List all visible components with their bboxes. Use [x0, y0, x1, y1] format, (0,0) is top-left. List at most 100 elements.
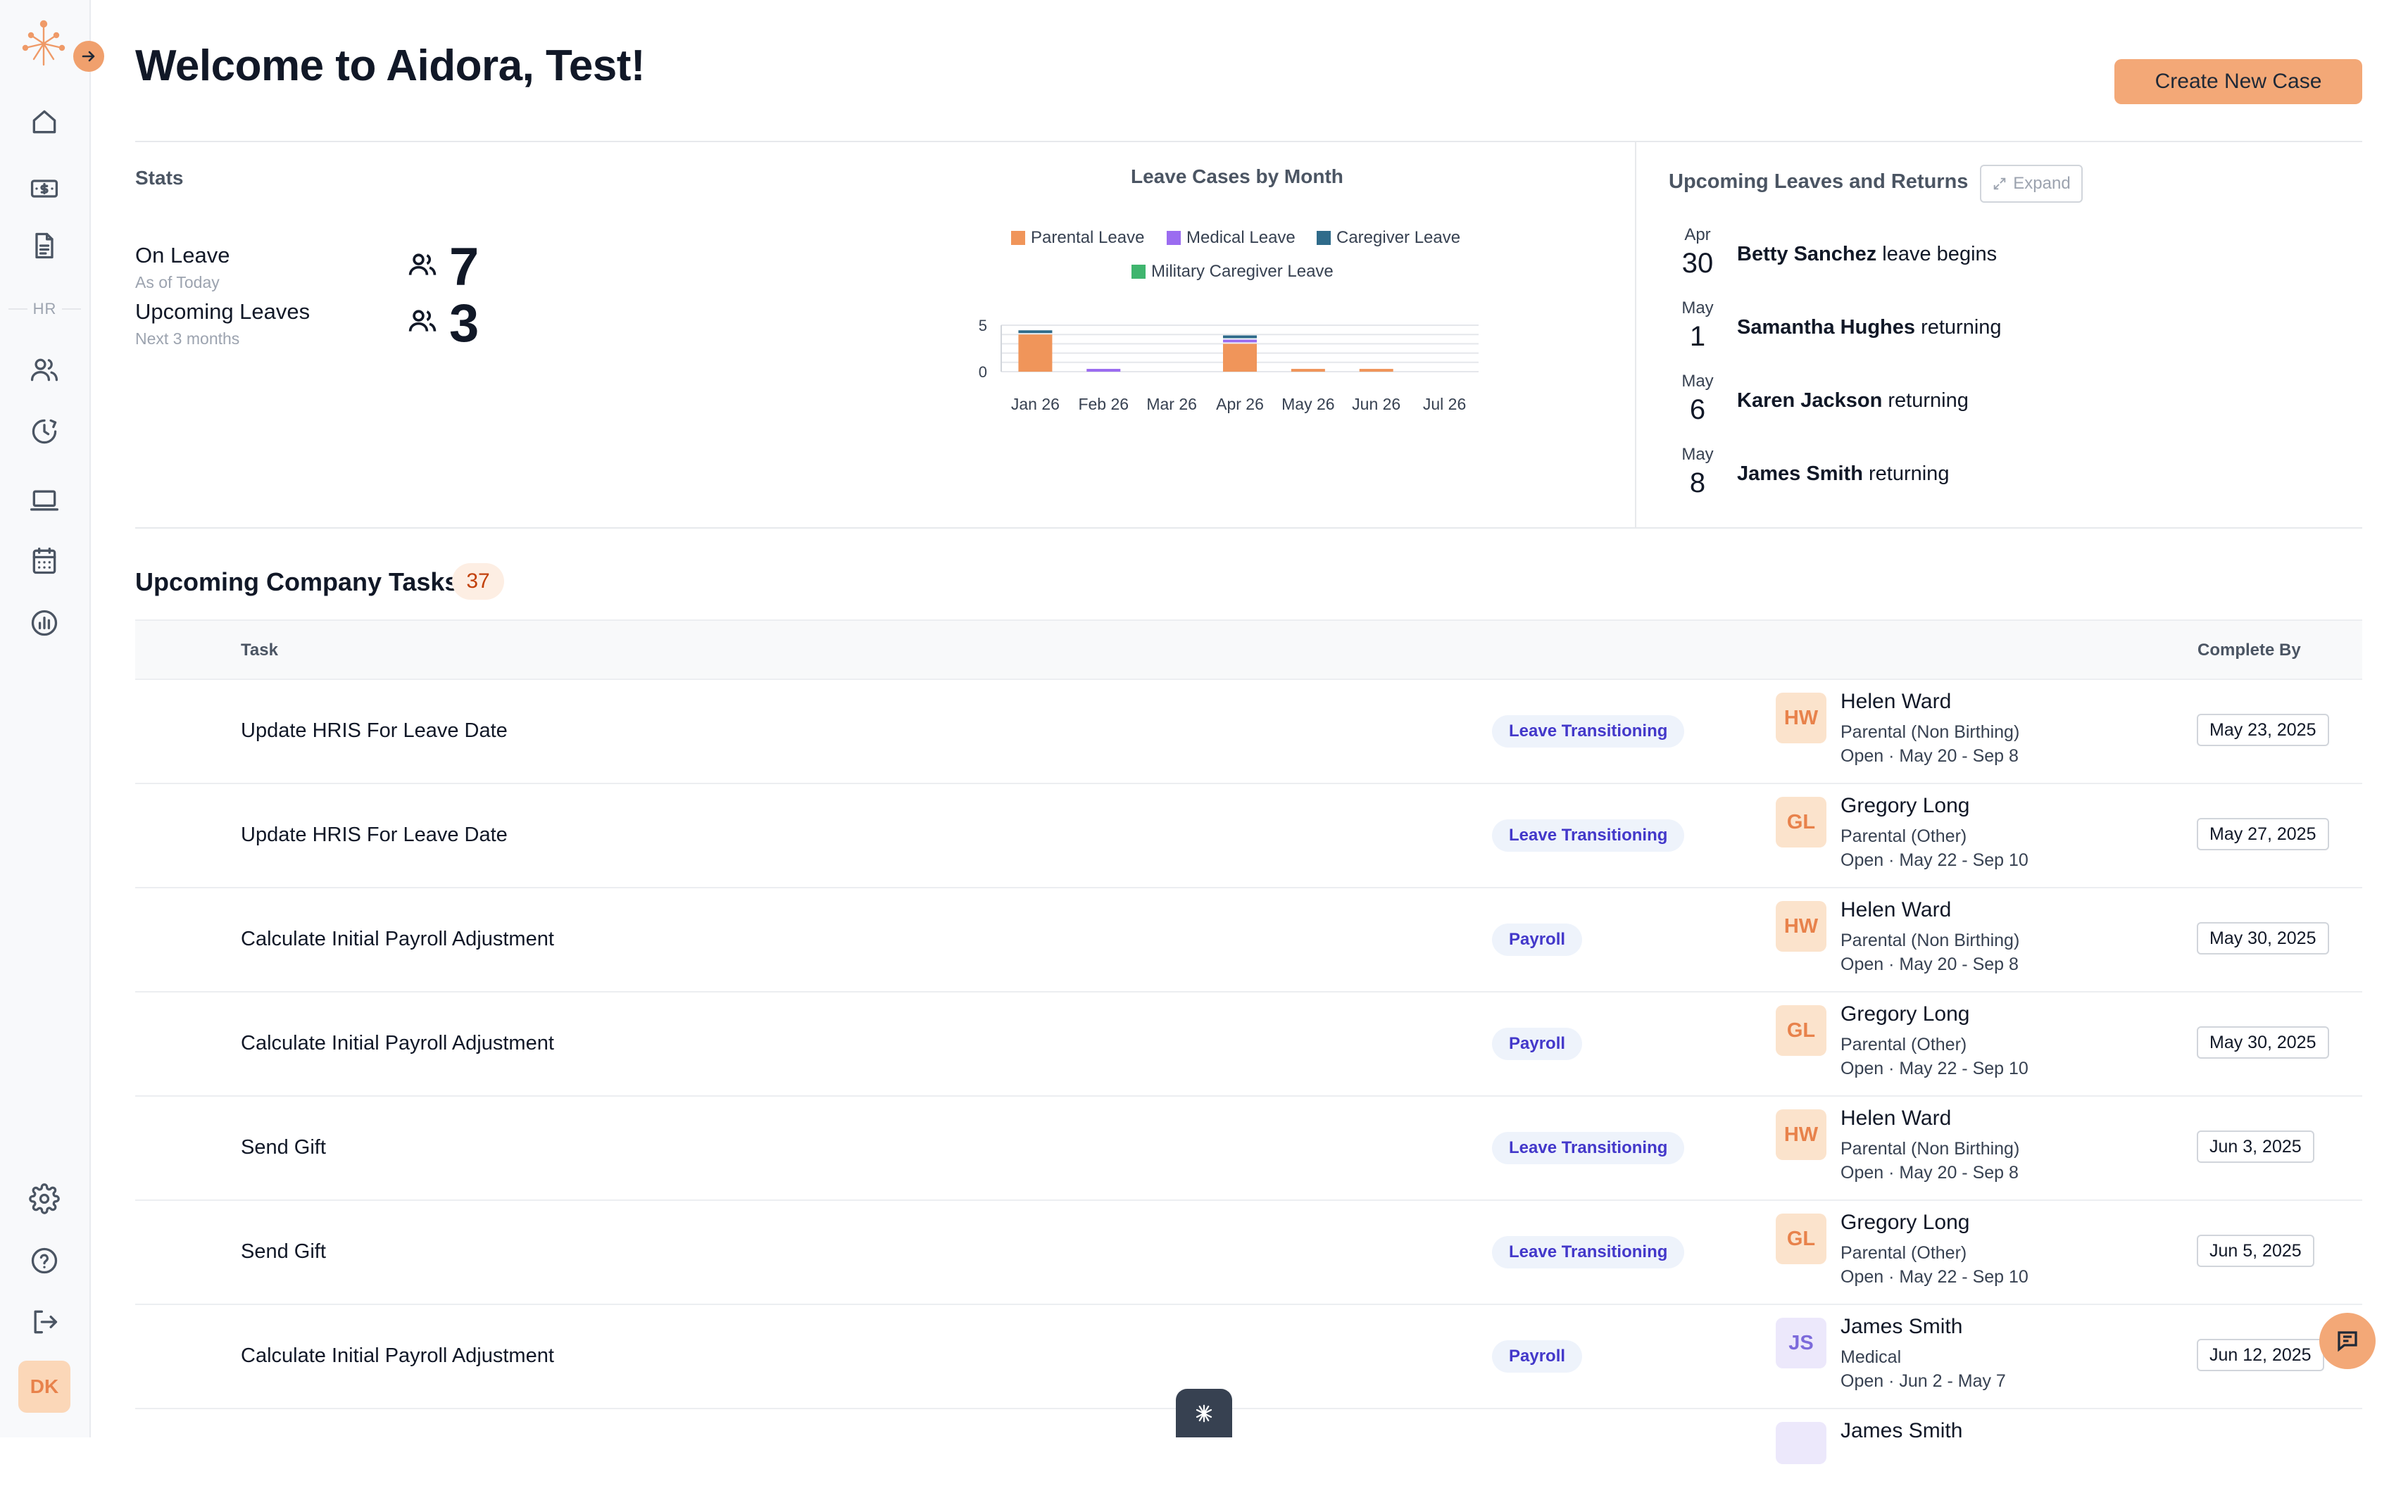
table-row[interactable]: Calculate Initial Payroll Adjustment Pay…	[135, 991, 2362, 1097]
legend-item: Medical Leave	[1167, 228, 1296, 248]
create-new-case-button[interactable]: Create New Case	[2114, 59, 2362, 104]
event-day: 30	[1681, 248, 1714, 279]
employee-avatar: JS	[1776, 1318, 1826, 1368]
on-leave-label: On Leave	[135, 243, 230, 267]
upcoming-leaves-label: Upcoming Leaves	[135, 299, 311, 324]
task-tag: Leave Transitioning	[1492, 715, 1685, 748]
help-icon	[31, 1247, 58, 1274]
nav-settings[interactable]	[28, 1183, 61, 1215]
employee-name[interactable]: James Smith	[1841, 1419, 1962, 1443]
leave-type: Medical	[1841, 1347, 1902, 1367]
legend-item: Military Caregiver Leave	[1131, 262, 1334, 282]
table-row[interactable]: Send Gift Leave Transitioning HW Helen W…	[135, 1095, 2362, 1201]
task-name: Update HRIS For Leave Date	[241, 719, 508, 742]
table-row[interactable]: Update HRIS For Leave Date Leave Transit…	[135, 679, 2362, 784]
tasks-count-badge: 37	[452, 563, 504, 600]
event-text[interactable]: Betty Sanchez leave begins	[1737, 243, 1997, 266]
table-header: Task Complete By	[135, 619, 2362, 680]
collapse-sidebar-button[interactable]	[73, 41, 104, 72]
nav-logout[interactable]	[28, 1306, 61, 1338]
event-month: May	[1681, 445, 1714, 464]
x-tick-label: Apr 26	[1216, 395, 1264, 413]
table-row[interactable]: Update HRIS For Leave Date Leave Transit…	[135, 783, 2362, 888]
chat-button[interactable]	[2319, 1313, 2376, 1369]
event-text[interactable]: James Smith returning	[1737, 462, 1949, 486]
event-text[interactable]: Samantha Hughes returning	[1737, 316, 2002, 339]
user-avatar[interactable]: DK	[18, 1361, 70, 1413]
nav-section-label: HR	[27, 300, 63, 318]
aidora-logo[interactable]	[21, 20, 66, 69]
x-tick-label: Jan 26	[1011, 395, 1060, 413]
task-name: Update HRIS For Leave Date	[241, 823, 508, 846]
x-tick-label: May 26	[1281, 395, 1334, 413]
nav-leave-history[interactable]	[28, 415, 61, 448]
nav-analytics[interactable]	[28, 607, 61, 639]
expand-button[interactable]: Expand	[1980, 165, 2083, 203]
assistant-toggle[interactable]	[1176, 1389, 1232, 1437]
complete-by-date: Jun 5, 2025	[2197, 1235, 2314, 1267]
upcoming-leaves-sub: Next 3 months	[135, 329, 240, 348]
task-tag: Payroll	[1492, 924, 1583, 956]
bar	[1223, 339, 1257, 343]
event-text[interactable]: Karen Jackson returning	[1737, 389, 1969, 412]
leave-status: Open · Jun 2 - May 7	[1841, 1371, 2006, 1391]
complete-by-date: May 27, 2025	[2197, 818, 2329, 850]
table-row[interactable]: Calculate Initial Payroll Adjustment Pay…	[135, 1304, 2362, 1409]
table-row[interactable]: James Smith	[135, 1408, 2362, 1512]
calendar-icon	[32, 547, 56, 574]
x-tick-label: Mar 26	[1146, 395, 1197, 413]
home-icon	[32, 110, 56, 134]
employee-name[interactable]: Gregory Long	[1841, 1211, 1969, 1235]
gear-icon	[29, 1183, 60, 1214]
bar	[1291, 369, 1325, 372]
column-task[interactable]: Task	[241, 641, 278, 660]
column-complete-by[interactable]: Complete By	[2197, 641, 2301, 660]
payroll-icon	[30, 179, 58, 198]
employee-name[interactable]: Helen Ward	[1841, 690, 1951, 714]
nav-home[interactable]	[28, 106, 61, 138]
nav-calendar[interactable]	[28, 545, 61, 577]
chart-title: Leave Cases by Month	[1131, 165, 1343, 187]
leave-status: Open · May 20 - Sep 8	[1841, 955, 2019, 974]
legend-item: Caregiver Leave	[1317, 228, 1460, 248]
complete-by-date: Jun 3, 2025	[2197, 1130, 2314, 1163]
task-name: Send Gift	[241, 1240, 326, 1263]
x-tick-label: Jun 26	[1352, 395, 1400, 413]
bar	[1223, 344, 1257, 372]
nav-documents[interactable]	[28, 229, 61, 262]
nav-payroll[interactable]	[28, 172, 61, 205]
complete-by-date: May 30, 2025	[2197, 1026, 2329, 1059]
leave-status: Open · May 22 - Sep 10	[1841, 850, 2028, 870]
table-row[interactable]: Calculate Initial Payroll Adjustment Pay…	[135, 887, 2362, 993]
task-name: Calculate Initial Payroll Adjustment	[241, 1031, 554, 1054]
x-tick-label: Jul 26	[1423, 395, 1466, 413]
nav-devices[interactable]	[28, 484, 61, 517]
employee-avatar: GL	[1776, 1214, 1826, 1264]
employee-name[interactable]: Gregory Long	[1841, 794, 1969, 818]
bar	[1086, 369, 1121, 372]
complete-by-date: May 23, 2025	[2197, 714, 2329, 746]
complete-by-date: May 30, 2025	[2197, 922, 2329, 955]
bar	[1223, 335, 1257, 339]
employee-avatar: GL	[1776, 1005, 1826, 1056]
event-day: 6	[1689, 394, 1706, 425]
employee-name[interactable]: Gregory Long	[1841, 1002, 1969, 1026]
task-tag: Leave Transitioning	[1492, 1236, 1685, 1268]
aidora-mark-icon	[1196, 1404, 1212, 1422]
employee-name[interactable]: James Smith	[1841, 1315, 1962, 1339]
task-name: Calculate Initial Payroll Adjustment	[241, 927, 554, 950]
clock-icon	[32, 419, 57, 444]
employee-avatar: HW	[1776, 1109, 1826, 1160]
page-title: Welcome to Aidora, Test!	[135, 42, 646, 90]
event-month: May	[1681, 298, 1714, 317]
nav-help[interactable]	[28, 1245, 61, 1277]
employee-name[interactable]: Helen Ward	[1841, 898, 1951, 922]
document-icon	[35, 232, 54, 259]
on-leave-sub: As of Today	[135, 273, 220, 291]
leave-type: Parental (Other)	[1841, 826, 1967, 846]
event-month: Apr	[1684, 225, 1711, 244]
event-day: 1	[1689, 321, 1706, 352]
table-row[interactable]: Send Gift Leave Transitioning GL Gregory…	[135, 1199, 2362, 1305]
nav-employees[interactable]	[28, 353, 61, 386]
employee-name[interactable]: Helen Ward	[1841, 1107, 1951, 1130]
